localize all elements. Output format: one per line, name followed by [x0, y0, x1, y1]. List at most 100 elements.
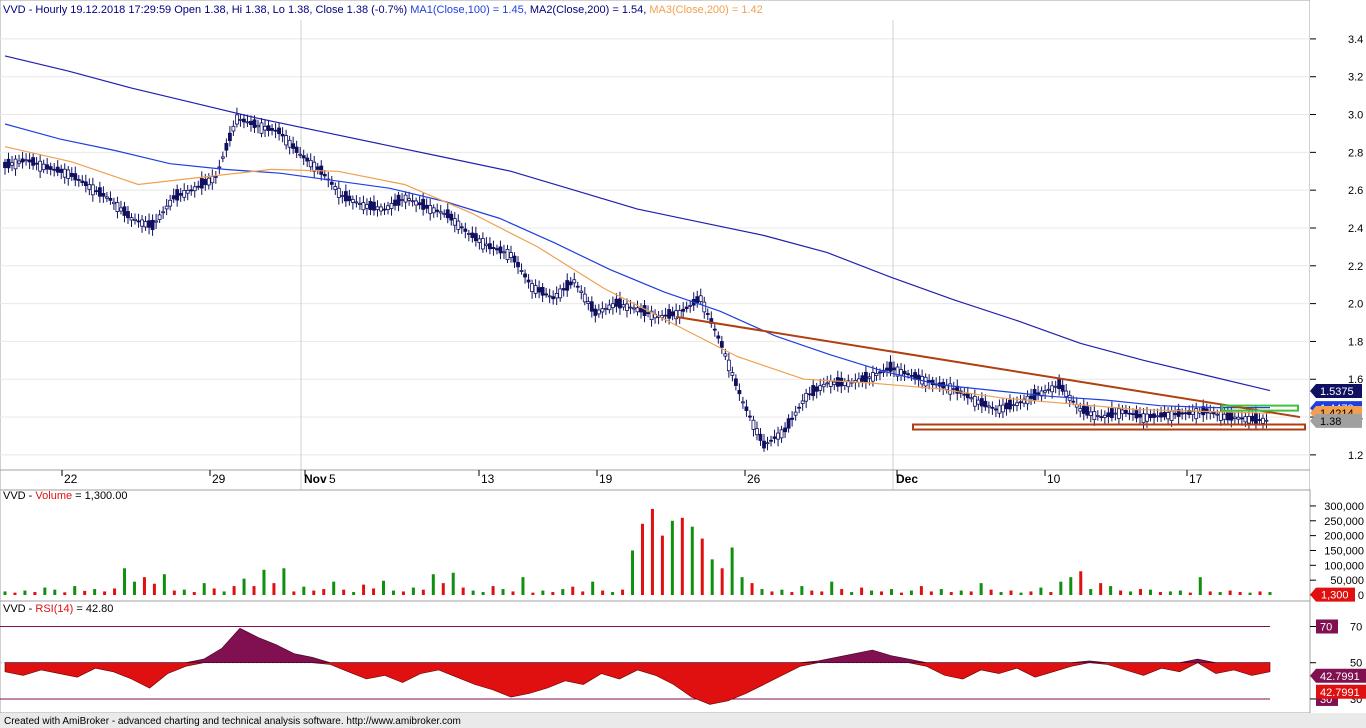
- volume-axis-label: 0: [1358, 590, 1364, 602]
- price-bar-body: [832, 381, 837, 385]
- price-bar-body: [716, 335, 721, 339]
- price-bar-body: [263, 126, 267, 131]
- price-bar-body: [41, 163, 46, 171]
- volume-bar: [93, 589, 97, 595]
- price-bar-body: [1046, 388, 1051, 391]
- volume-pane[interactable]: VVD - Volume = 1,300.00 300,000 250,000 20…: [0, 489, 1364, 602]
- price-bar-body: [1254, 412, 1258, 424]
- price-axis-label: 1.2: [1348, 450, 1363, 462]
- volume-bar: [531, 592, 535, 595]
- volume-axis-label: 300,000: [1324, 501, 1364, 513]
- volume-bar: [312, 590, 316, 595]
- price-bar-body: [807, 393, 812, 396]
- price-bar-body: [322, 174, 327, 177]
- volume-bar: [123, 568, 127, 595]
- price-bar-body: [772, 436, 777, 439]
- price-bar-body: [639, 307, 643, 313]
- volume-bar: [581, 591, 585, 595]
- price-bar-body: [150, 219, 155, 230]
- price-bar-body: [909, 374, 914, 377]
- price-bar-body: [69, 172, 74, 177]
- volume-bar: [1158, 592, 1162, 595]
- price-bar-body: [593, 308, 598, 316]
- price-bar-body: [681, 308, 686, 312]
- price-axis-label: 2.6: [1348, 185, 1363, 197]
- price-bar-body: [684, 306, 689, 310]
- volume-bar: [1069, 577, 1073, 595]
- price-bar-body: [888, 361, 893, 372]
- price-bar-body: [1155, 415, 1160, 418]
- volume-bar: [232, 586, 236, 595]
- price-bar-body: [97, 187, 102, 197]
- price-bar-body: [565, 280, 570, 291]
- price-bar-body: [688, 304, 693, 307]
- price-bar-body: [1117, 408, 1121, 419]
- price-bar-body: [13, 158, 18, 170]
- volume-bar: [391, 590, 395, 595]
- volume-bar: [73, 586, 77, 595]
- price-bar-body: [101, 193, 106, 197]
- volume-bar: [790, 592, 794, 595]
- volume-bar: [461, 587, 465, 595]
- price-value-label: 1.5375: [1320, 386, 1354, 398]
- rsi-header-prefix: VVD -: [3, 603, 35, 615]
- volume-bar: [1119, 590, 1123, 595]
- volume-bar: [1039, 587, 1043, 595]
- price-bar-body: [1011, 404, 1016, 407]
- price-bar-body: [6, 158, 11, 169]
- volume-bar: [939, 589, 943, 595]
- date-axis-label: 13: [481, 472, 495, 486]
- volume-bar: [850, 592, 854, 595]
- volume-bar: [1268, 592, 1272, 595]
- price-bar-body: [459, 226, 464, 229]
- volume-bar: [431, 574, 435, 595]
- price-axis-label: 2.0: [1348, 299, 1363, 311]
- price-bar-body: [129, 217, 134, 221]
- price-bar-body: [892, 367, 896, 371]
- volume-bar: [1099, 583, 1103, 595]
- price-bar-body: [1264, 419, 1269, 422]
- price-bar-body: [1127, 412, 1132, 415]
- rsi-pane[interactable]: VVD - RSI(14) = 42.80 707050303042.79914…: [0, 600, 1366, 714]
- price-bar-body: [407, 198, 411, 201]
- price-bar-body: [860, 375, 865, 382]
- price-bar-body: [147, 220, 151, 228]
- price-bar-body: [491, 247, 496, 249]
- volume-bar: [382, 580, 386, 595]
- price-bar-body: [417, 202, 422, 206]
- price-bar-body: [280, 133, 285, 137]
- price-axis-label: 2.8: [1348, 147, 1363, 159]
- volume-bar: [352, 592, 356, 595]
- price-bar-body: [723, 353, 728, 357]
- price-bar-body: [393, 199, 397, 206]
- volume-bar: [830, 581, 834, 595]
- volume-bar: [770, 591, 774, 595]
- price-bar-body: [480, 238, 485, 250]
- price-bar-body: [741, 401, 745, 404]
- rsi-axis-label: 50: [1350, 658, 1362, 670]
- price-bar-body: [726, 359, 731, 372]
- price-bar-body: [969, 397, 974, 400]
- volume-bar: [1089, 589, 1093, 595]
- price-bar-body: [1261, 417, 1265, 424]
- price-bar-body: [1050, 385, 1055, 393]
- price-bar-body: [1194, 408, 1199, 420]
- price-bar-body: [1106, 412, 1111, 418]
- price-bar-body: [646, 312, 650, 314]
- rsi-header-value: = 42.80: [76, 603, 113, 615]
- volume-bar: [1238, 592, 1242, 595]
- volume-pane-frame: [0, 489, 1311, 602]
- price-bar-body: [329, 181, 334, 185]
- price-bar-body: [17, 160, 21, 164]
- price-bar-body: [1029, 395, 1033, 399]
- price-bar-body: [839, 377, 844, 387]
- price-bar-body: [115, 202, 120, 212]
- price-bar-body: [379, 206, 383, 212]
- price-bar-body: [558, 288, 563, 299]
- price-bar-body: [698, 295, 703, 302]
- price-bar-body: [34, 162, 39, 165]
- volume-header-name: Volume: [35, 490, 72, 502]
- price-bar-body: [744, 406, 749, 411]
- volume-bar: [1019, 592, 1023, 595]
- volume-bar: [272, 583, 276, 595]
